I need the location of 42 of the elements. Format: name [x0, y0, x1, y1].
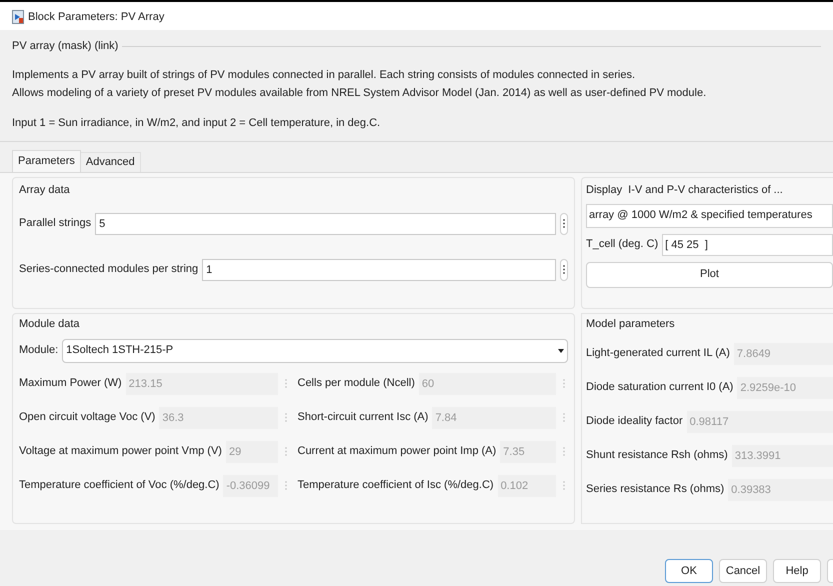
- dialog-button[interactable]: Help: [773, 559, 821, 583]
- field-label: Current at maximum power point Imp (A): [298, 444, 496, 460]
- field-label: T_cell (deg. C): [586, 237, 658, 252]
- field-label: Parallel strings: [19, 216, 92, 232]
- group-title: Model parameters: [586, 317, 675, 332]
- plot-button[interactable]: Plot: [586, 262, 833, 288]
- display-dropdown[interactable]: array @ 1000 W/m2 & specified temperatures: [586, 204, 833, 228]
- cut-off-button[interactable]: [827, 559, 833, 583]
- field-label: Module:: [19, 343, 58, 358]
- field-label: Light-generated current IL (A): [586, 346, 730, 362]
- field-label: Shunt resistance Rsh (ohms): [586, 448, 728, 464]
- field-label: Temperature coefficient of Isc (%/deg.C): [298, 478, 494, 494]
- dialog-button[interactable]: Cancel: [719, 559, 767, 583]
- field-label: Diode saturation current I0 (A): [586, 380, 734, 396]
- field-label: Diode ideality factor: [586, 414, 683, 430]
- field-label: Cells per module (Ncell): [298, 376, 415, 392]
- app-icon: [12, 10, 24, 24]
- group-title: Array data: [19, 183, 70, 198]
- module-dropdown[interactable]: 1Soltech 1STH-215-P: [62, 338, 568, 362]
- mask-title: PV array (mask) (link): [12, 39, 118, 54]
- field-label: Open circuit voltage Voc (V): [19, 410, 156, 426]
- group-title: Display I-V and P-V characteristics of ...: [586, 183, 783, 198]
- field-label: Series-connected modules per string: [19, 262, 198, 278]
- field-label: Short-circuit current Isc (A): [298, 410, 428, 426]
- dropdown-caret-icon: [558, 348, 564, 352]
- value-field[interactable]: 5: [95, 212, 556, 234]
- temperature-field[interactable]: [ 45 25 ]: [662, 234, 833, 256]
- dialog-button[interactable]: OK: [665, 559, 713, 583]
- more-options-button[interactable]: [560, 258, 568, 280]
- tab[interactable]: Parameters: [12, 150, 81, 172]
- value-field[interactable]: 1: [202, 258, 556, 280]
- description-text: Input 1 = Sun irradiance, in W/m2, and input 2 = Cell temperature, in deg.C.: [12, 116, 380, 130]
- field-label: Maximum Power (W): [19, 376, 122, 392]
- window-title: Block Parameters: PV Array: [28, 10, 164, 25]
- description-text: Implements a PV array built of strings of PV modules connected in parallel. Each string consists of modules connected in series.: [12, 68, 636, 82]
- more-options-button[interactable]: [560, 212, 568, 234]
- tab[interactable]: Advanced: [80, 152, 141, 172]
- description-text: Allows modeling of a variety of preset PV modules available from NREL System Advisor Model (Jan. 2014) as well as user-defined PV module.: [12, 86, 706, 101]
- field-label: Temperature coefficient of Voc (%/deg.C): [19, 478, 220, 494]
- field-label: Series resistance Rs (ohms): [586, 482, 724, 498]
- field-label: Voltage at maximum power point Vmp (V): [19, 444, 222, 460]
- group-title: Module data: [19, 317, 80, 332]
